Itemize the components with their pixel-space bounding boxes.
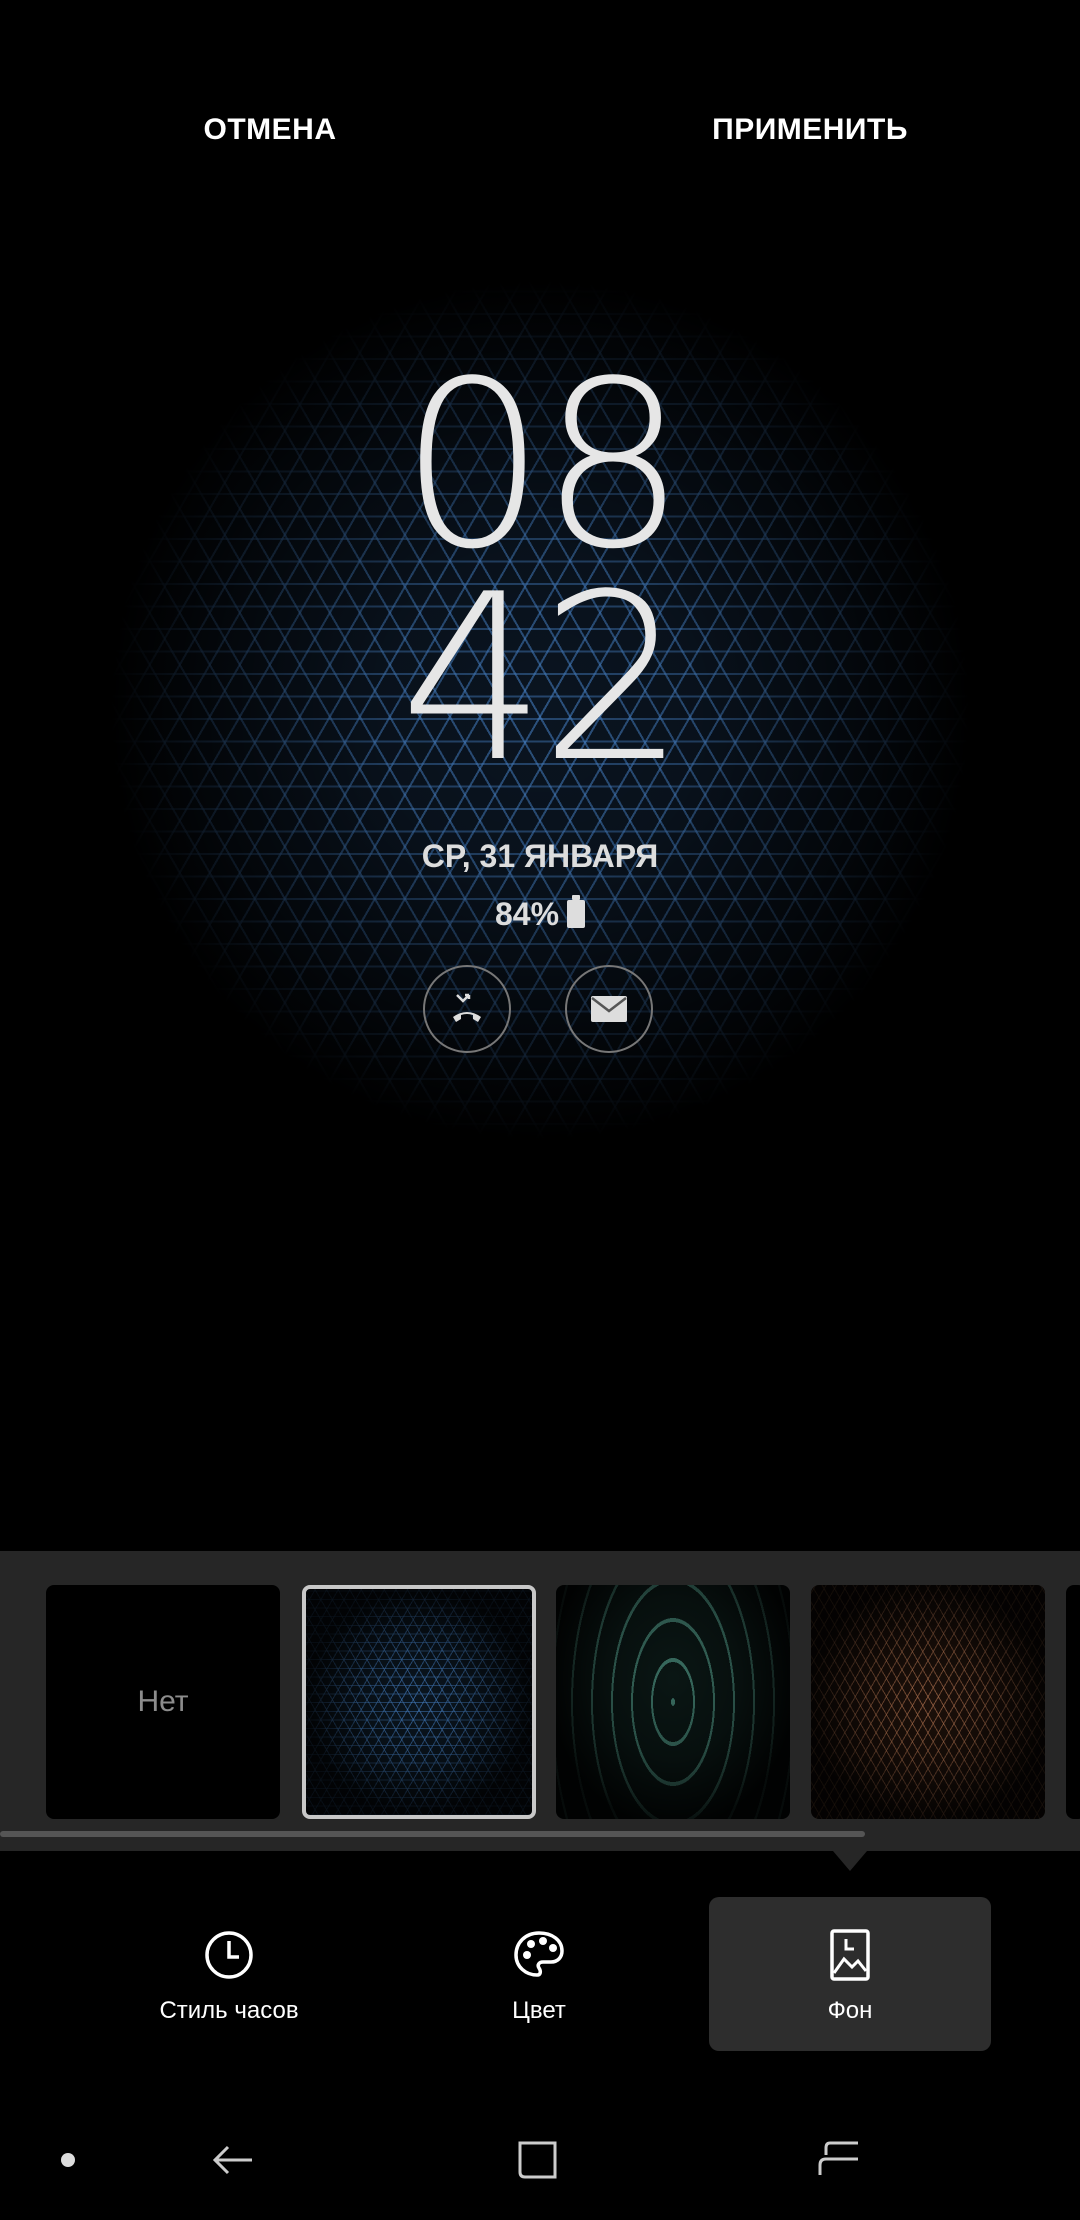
palette-icon [514, 1931, 564, 1977]
navigation-bar [0, 2110, 1080, 2200]
wallpaper-strip: Нет [0, 1551, 1080, 1851]
battery-percent: 84% [494, 896, 560, 932]
battery-status: 84% [0, 895, 1080, 933]
wallpaper-none[interactable]: Нет [46, 1585, 280, 1819]
wallpaper-blue[interactable] [302, 1585, 536, 1819]
date-label: СР, 31 ЯНВАРЯ [421, 838, 659, 874]
clock-minutes: 42 [399, 546, 687, 813]
tab-clock-style-label: Стиль часов [159, 1997, 299, 2024]
active-tab-pointer [833, 1851, 867, 1871]
tab-color-label: Цвет [512, 1997, 566, 2024]
strip-scrollbar[interactable] [0, 1831, 865, 1837]
tab-color[interactable]: Цвет [398, 1897, 680, 2051]
dot-icon[interactable] [38, 2130, 98, 2190]
cancel-button[interactable]: ОТМЕНА [170, 100, 370, 160]
missed-call-glyph [453, 993, 481, 1022]
battery-icon [567, 895, 586, 928]
home-icon[interactable] [506, 2130, 566, 2190]
home-glyph [518, 2141, 557, 2179]
wallpaper-next-peek[interactable] [1066, 1585, 1080, 1819]
apply-button[interactable]: ПРИМЕНИТЬ [700, 100, 920, 160]
wallpaper-bronze[interactable] [811, 1585, 1045, 1819]
wallpaper-none-label: Нет [137, 1685, 189, 1718]
tab-background[interactable]: Фон [709, 1897, 991, 2051]
tab-background-label: Фон [827, 1997, 873, 2024]
recent-apps-glyph [818, 2141, 858, 2175]
email-icon [565, 965, 653, 1053]
recent-apps-icon[interactable] [809, 2130, 869, 2190]
clock-icon [205, 1931, 253, 1979]
dot-glyph [61, 2153, 75, 2167]
tab-clock-style[interactable]: Стиль часов [88, 1897, 370, 2051]
back-glyph [212, 2145, 252, 2175]
email-glyph [591, 996, 627, 1022]
missed-call-icon [423, 965, 511, 1053]
wallpaper-icon [830, 1929, 870, 1981]
wallpaper-teal[interactable] [556, 1585, 790, 1819]
back-icon[interactable] [203, 2130, 263, 2190]
